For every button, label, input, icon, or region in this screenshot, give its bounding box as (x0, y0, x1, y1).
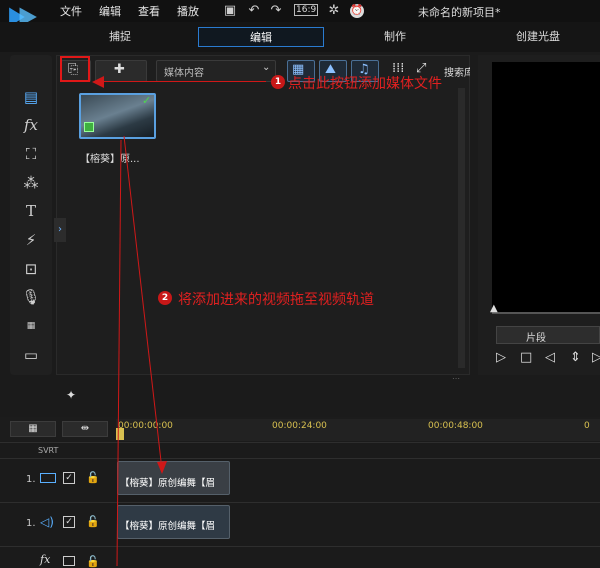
audio-mixing-room-icon[interactable]: ⊡ (20, 258, 42, 280)
next-icon[interactable]: ▷ (592, 350, 600, 365)
tab-produce[interactable]: 制作 (335, 27, 455, 47)
settings-gear-icon[interactable]: ✲ (326, 3, 342, 19)
time-mark-0: 00:00:00:00 (118, 421, 173, 431)
playhead-marker[interactable] (116, 428, 124, 440)
particle-room-icon[interactable]: ⁂ (20, 172, 42, 194)
audio-track-checkbox[interactable]: ✓ (63, 516, 75, 528)
undo-icon[interactable]: ↶ (246, 3, 262, 19)
arrow-left-icon (92, 76, 104, 88)
check-used-icon: ✓ (142, 94, 152, 107)
audio-clip-label: 【榕葵】原创编舞【眉 (120, 521, 216, 532)
highlight-box (60, 56, 90, 82)
menu-play[interactable]: 播放 (177, 3, 199, 19)
play-icon[interactable]: ▷ (496, 350, 506, 365)
library-scrollbar[interactable] (458, 88, 465, 368)
timeline-ruler[interactable] (116, 419, 600, 441)
fit-timeline-button[interactable]: ⇹ (62, 421, 108, 437)
svrt-label: SVRT (38, 446, 59, 455)
scrubber-handle-icon[interactable]: ▲ (490, 303, 498, 314)
svrt-row (0, 442, 600, 458)
fx-track-icon: fx (40, 553, 51, 566)
preview-scrubber[interactable] (492, 312, 600, 314)
redo-icon[interactable]: ↷ (268, 3, 284, 19)
video-clip-label: 【榕葵】原创编舞【眉 (120, 478, 216, 489)
aspect-ratio-button[interactable]: 16:9 (294, 4, 319, 16)
transition-room-icon[interactable]: ⚡ (20, 229, 42, 251)
pip-room-icon[interactable]: ⛶ (20, 143, 42, 165)
speaker-icon: ◁) (40, 515, 54, 529)
expand-panel-chevron-icon[interactable]: › (54, 218, 66, 242)
time-mark-48: 00:00:48:00 (428, 421, 483, 431)
resize-grip-icon[interactable]: ⋯ (452, 374, 460, 383)
project-title: 未命名的新项目* (418, 6, 501, 19)
track-manager-button[interactable]: ▦ (10, 421, 56, 437)
title-room-icon[interactable]: T (20, 200, 42, 222)
step1-annotation: 点击此按钮添加媒体文件 (288, 76, 442, 92)
search-library-input[interactable]: 搜索库 (444, 64, 470, 79)
preview-screen (492, 62, 600, 312)
time-mark-24: 00:00:24:00 (272, 421, 327, 431)
next-frame-icon[interactable]: ⇕ (570, 350, 581, 365)
segment-label: 片段 (526, 333, 546, 344)
video-track-icon (40, 473, 56, 483)
tab-edit[interactable]: 编辑 (198, 27, 324, 47)
previous-frame-icon[interactable]: ◁ (545, 350, 555, 365)
tab-create-disc[interactable]: 创建光盘 (478, 27, 598, 47)
menu-file[interactable]: 文件 (60, 3, 82, 19)
audio-track-number: 1. (26, 518, 36, 529)
menu-view[interactable]: 查看 (138, 3, 160, 19)
step2-annotation: 将添加进来的视频拖至视频轨道 (178, 292, 374, 308)
media-room-icon[interactable]: ▤ (20, 86, 42, 108)
stop-icon[interactable]: □ (520, 350, 532, 365)
audio-lock-icon[interactable]: 🔓 (86, 515, 100, 528)
step2-badge: 2 (158, 291, 172, 305)
time-mark-72: 0 (584, 421, 590, 431)
fx-room-icon[interactable]: fx (20, 114, 42, 136)
menu-edit[interactable]: 编辑 (99, 3, 121, 19)
step1-badge: 1 (271, 75, 285, 89)
dropdown-value: 媒体内容 (164, 68, 204, 79)
fx-lock-icon[interactable]: 🔓 (86, 555, 100, 568)
voiceover-mic-icon[interactable]: 🎙 (20, 286, 42, 308)
segment-tab[interactable] (496, 326, 600, 344)
tab-capture[interactable]: 捕捉 (60, 27, 180, 47)
annotation-arrow-line (100, 81, 266, 82)
fx-track-checkbox[interactable] (63, 556, 75, 566)
video-lock-icon[interactable]: 🔓 (86, 471, 100, 484)
notification-icon[interactable]: ⏰ (350, 4, 364, 18)
video-type-icon (84, 122, 94, 132)
media-clip-label: 【榕葵】原... (80, 154, 140, 165)
save-icon[interactable]: ▣ (222, 3, 238, 19)
subtitle-room-icon[interactable]: ▭ (20, 344, 42, 366)
chevron-down-icon: ⌄ (262, 62, 271, 73)
video-track-number: 1. (26, 474, 36, 485)
magic-tools-icon[interactable]: ✦ (66, 388, 76, 402)
video-track-checkbox[interactable]: ✓ (63, 472, 75, 484)
puzzle-plugin-icon: ✚ (114, 62, 125, 77)
chapter-room-icon[interactable]: ▦ (20, 315, 42, 337)
